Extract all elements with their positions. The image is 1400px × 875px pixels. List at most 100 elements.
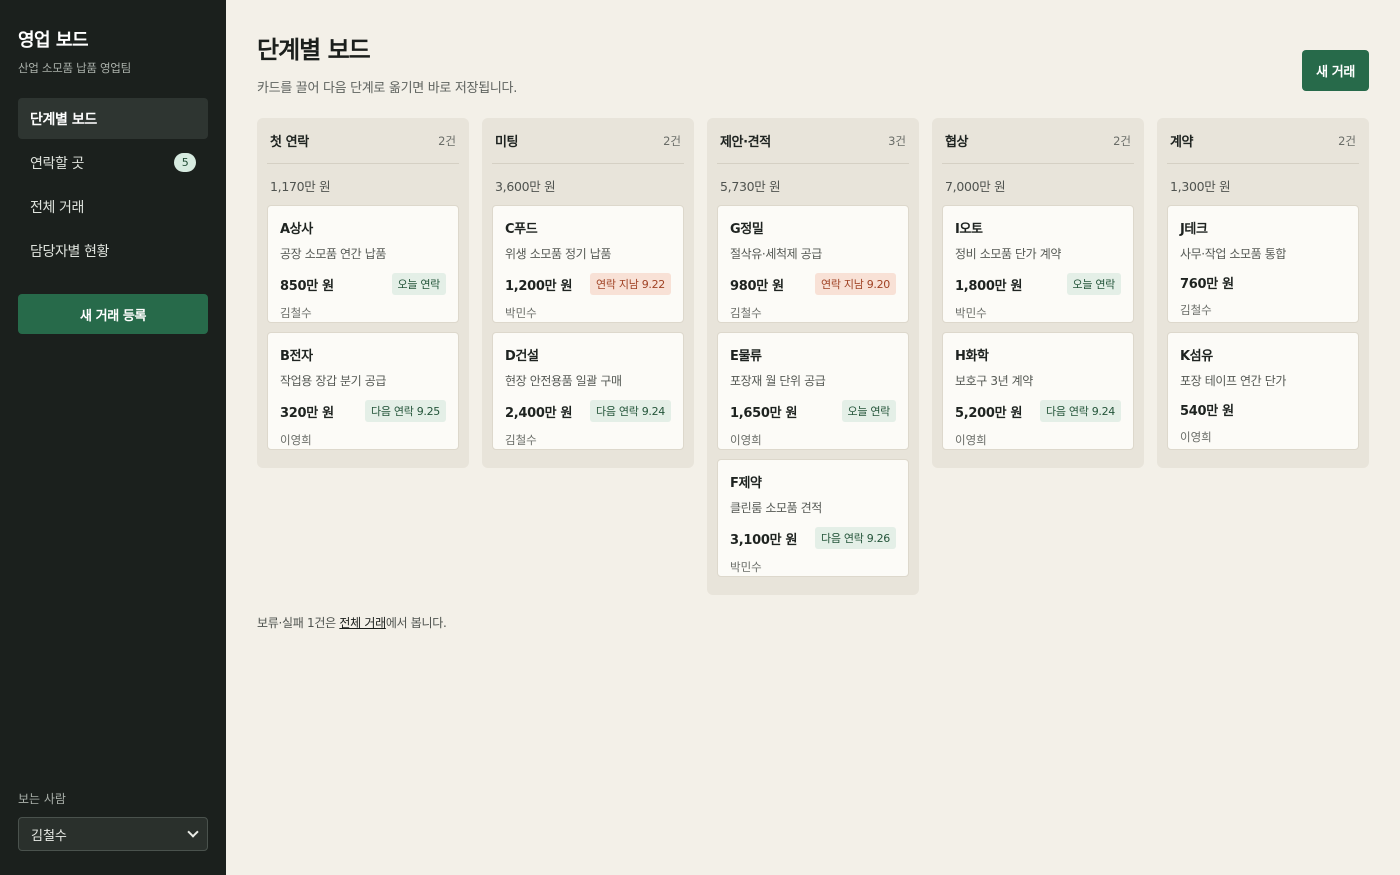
contact-status-badge: 다음 연락 9.24 <box>590 400 671 422</box>
column-total: 1,300만 원 <box>1170 179 1231 194</box>
deal-owner: 박민수 <box>955 306 987 320</box>
deal-company: G정밀 <box>730 222 764 237</box>
column-title: 제안·견적 <box>720 135 771 150</box>
deal-amount: 540만 원 <box>1180 404 1234 419</box>
deal-amount: 3,100만 원 <box>730 532 798 548</box>
contact-status-badge: 다음 연락 9.25 <box>365 400 446 422</box>
deal-card[interactable]: I오토 정비 소모품 단가 계약 1,800만 원 오늘 연락 박민수 <box>942 205 1134 323</box>
deal-description: 작업용 장갑 분기 공급 <box>280 374 387 388</box>
viewer-select[interactable]: 김철수 <box>18 817 208 851</box>
column-count: 2건 <box>438 133 456 148</box>
deal-description: 포장 테이프 연간 단가 <box>1180 374 1287 388</box>
contact-status-badge: 오늘 연락 <box>841 400 896 422</box>
column-total: 5,730만 원 <box>720 179 781 194</box>
column-title: 첫 연락 <box>270 135 309 150</box>
deal-card[interactable]: F제약 클린룸 소모품 견적 3,100만 원 다음 연락 9.26 박민수 <box>717 459 909 577</box>
column-title: 미팅 <box>495 135 519 150</box>
column-header: 미팅 2건 <box>492 118 684 164</box>
deal-card[interactable]: G정밀 절삭유·세척제 공급 980만 원 연락 지남 9.20 김철수 <box>717 205 909 323</box>
stage-column: 제안·견적 3건 5,730만 원 G정밀 절삭유·세척제 공급 980만 원 … <box>707 118 919 595</box>
deal-company: H화학 <box>955 349 989 364</box>
sidebar-item-by-owner[interactable]: 담당자별 현황 <box>18 230 208 271</box>
deal-company: E물류 <box>730 349 762 364</box>
deal-owner: 박민수 <box>730 560 762 574</box>
column-count: 3건 <box>888 133 906 148</box>
deal-amount: 980만 원 <box>730 278 784 294</box>
deal-owner: 김철수 <box>730 306 762 320</box>
deal-amount-row: 980만 원 연락 지남 9.20 <box>730 273 896 295</box>
deal-card[interactable]: J테크 사무·작업 소모품 통합 760만 원 김철수 <box>1167 205 1359 323</box>
deal-amount: 760만 원 <box>1180 277 1234 292</box>
deal-company: C푸드 <box>505 222 538 237</box>
deal-description: 클린룸 소모품 견적 <box>730 501 822 515</box>
deal-description: 공장 소모품 연간 납품 <box>280 247 387 261</box>
deal-card[interactable]: B전자 작업용 장갑 분기 공급 320만 원 다음 연락 9.25 이영희 <box>267 332 459 450</box>
column-title: 계약 <box>1170 135 1194 150</box>
deal-amount-row: 2,400만 원 다음 연락 9.24 <box>505 400 671 422</box>
deal-amount-row: 850만 원 오늘 연락 <box>280 273 446 295</box>
count-badge: 5 <box>174 153 196 172</box>
deal-card[interactable]: E물류 포장재 월 단위 공급 1,650만 원 오늘 연락 이영희 <box>717 332 909 450</box>
deal-owner: 이영희 <box>955 433 987 447</box>
sidebar-item-stage-board[interactable]: 단계별 보드 <box>18 98 208 139</box>
stage-column: 첫 연락 2건 1,170만 원 A상사 공장 소모품 연간 납품 850만 원… <box>257 118 469 468</box>
contact-status-badge: 다음 연락 9.24 <box>1040 400 1121 422</box>
column-header: 협상 2건 <box>942 118 1134 164</box>
deal-company: D건설 <box>505 349 539 364</box>
deal-owner: 이영희 <box>280 433 312 447</box>
deal-amount-row: 320만 원 다음 연락 9.25 <box>280 400 446 422</box>
main-content: 단계별 보드 카드를 끌어 다음 단계로 옮기면 바로 저장됩니다. 새 거래 … <box>226 0 1400 875</box>
deal-amount: 320만 원 <box>280 405 334 421</box>
column-total: 7,000만 원 <box>945 179 1006 194</box>
column-header: 제안·견적 3건 <box>717 118 909 164</box>
card-list: C푸드 위생 소모품 정기 납품 1,200만 원 연락 지남 9.22 박민수… <box>492 205 684 450</box>
kanban-board: 첫 연락 2건 1,170만 원 A상사 공장 소모품 연간 납품 850만 원… <box>257 118 1369 595</box>
sidebar-item-all-deals[interactable]: 전체 거래 <box>18 186 208 227</box>
deal-description: 사무·작업 소모품 통합 <box>1180 247 1287 261</box>
deal-owner: 이영희 <box>1180 430 1212 444</box>
deal-amount-row: 1,200만 원 연락 지남 9.22 <box>505 273 671 295</box>
stage-column: 미팅 2건 3,600만 원 C푸드 위생 소모품 정기 납품 1,200만 원… <box>482 118 694 468</box>
sidebar-item-to-contact[interactable]: 연락할 곳 5 <box>18 142 208 183</box>
deal-company: A상사 <box>280 222 313 237</box>
page-title: 단계별 보드 <box>257 36 371 64</box>
column-total: 1,170만 원 <box>270 179 331 194</box>
deal-owner: 이영희 <box>730 433 762 447</box>
deal-amount: 1,650만 원 <box>730 405 798 421</box>
all-deals-link[interactable]: 전체 거래 <box>339 616 386 630</box>
contact-status-badge: 오늘 연락 <box>1066 273 1121 295</box>
viewer-label: 보는 사람 <box>18 792 66 806</box>
card-list: A상사 공장 소모품 연간 납품 850만 원 오늘 연락 김철수 B전자 작업… <box>267 205 459 450</box>
new-deal-button[interactable]: 새 거래 <box>1302 50 1369 91</box>
deal-card[interactable]: D건설 현장 안전용품 일괄 구매 2,400만 원 다음 연락 9.24 김철… <box>492 332 684 450</box>
deal-description: 위생 소모품 정기 납품 <box>505 247 612 261</box>
deal-card[interactable]: C푸드 위생 소모품 정기 납품 1,200만 원 연락 지남 9.22 박민수 <box>492 205 684 323</box>
deal-company: K섬유 <box>1180 349 1213 364</box>
page-subtitle: 카드를 끌어 다음 단계로 옮기면 바로 저장됩니다. <box>257 81 518 96</box>
sidebar-nav: 단계별 보드 연락할 곳 5 전체 거래 담당자별 현황 <box>18 98 208 271</box>
deal-amount: 5,200만 원 <box>955 405 1023 421</box>
app-title: 영업 보드 <box>18 30 89 51</box>
app-subtitle: 산업 소모품 납품 영업팀 <box>18 61 131 75</box>
deal-amount-row: 760만 원 <box>1180 273 1346 292</box>
card-list: G정밀 절삭유·세척제 공급 980만 원 연락 지남 9.20 김철수 E물류… <box>717 205 909 577</box>
column-header: 계약 2건 <box>1167 118 1359 164</box>
chevron-down-icon <box>187 826 199 838</box>
deal-company: I오토 <box>955 222 983 237</box>
column-header: 첫 연락 2건 <box>267 118 459 164</box>
register-deal-button[interactable]: 새 거래 등록 <box>18 294 208 334</box>
deal-owner: 김철수 <box>1180 303 1212 317</box>
deal-description: 절삭유·세척제 공급 <box>730 247 822 261</box>
deal-card[interactable]: A상사 공장 소모품 연간 납품 850만 원 오늘 연락 김철수 <box>267 205 459 323</box>
stage-column: 계약 2건 1,300만 원 J테크 사무·작업 소모품 통합 760만 원 김… <box>1157 118 1369 468</box>
stage-column: 협상 2건 7,000만 원 I오토 정비 소모품 단가 계약 1,800만 원… <box>932 118 1144 468</box>
deal-amount-row: 1,800만 원 오늘 연락 <box>955 273 1121 295</box>
deal-amount: 2,400만 원 <box>505 405 573 421</box>
card-list: I오토 정비 소모품 단가 계약 1,800만 원 오늘 연락 박민수 H화학 … <box>942 205 1134 450</box>
deal-card[interactable]: H화학 보호구 3년 계약 5,200만 원 다음 연락 9.24 이영희 <box>942 332 1134 450</box>
deal-description: 정비 소모품 단가 계약 <box>955 247 1062 261</box>
sidebar-item-label: 연락할 곳 <box>30 155 84 172</box>
sidebar-item-label: 담당자별 현황 <box>30 243 109 260</box>
deal-card[interactable]: K섬유 포장 테이프 연간 단가 540만 원 이영희 <box>1167 332 1359 450</box>
